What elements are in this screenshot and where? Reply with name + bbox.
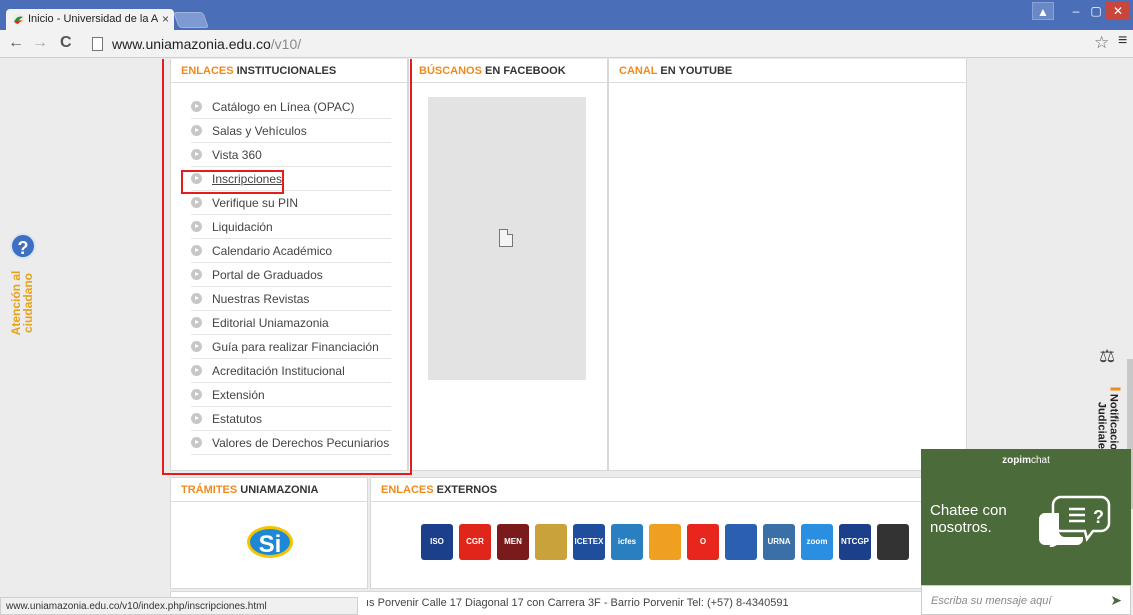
help-icon[interactable]: ? — [10, 233, 36, 259]
send-icon[interactable]: ➤ — [1110, 592, 1122, 609]
site-favicon-icon — [12, 13, 25, 26]
broken-plugin-icon — [499, 229, 513, 247]
external-logo[interactable]: ICETEX — [573, 524, 605, 560]
browser-menu-icon[interactable]: ≡ — [1118, 32, 1127, 50]
url-path: /v10/ — [270, 36, 302, 52]
user-profile-icon[interactable]: ▲ — [1032, 2, 1054, 20]
back-button[interactable]: ← — [8, 34, 24, 52]
si-logo[interactable]: Si — [247, 526, 293, 558]
external-logo[interactable]: CGR — [459, 524, 491, 560]
external-logo[interactable] — [649, 524, 681, 560]
page-icon — [92, 37, 103, 51]
external-links-heading: ENLACES EXTERNOS — [371, 478, 966, 502]
bookmark-star-icon[interactable]: ☆ — [1094, 33, 1109, 53]
external-logo[interactable]: URNA — [763, 524, 795, 560]
url-host: www.uniamazonia.edu.co — [112, 36, 271, 52]
facebook-panel: BÚSCANOS EN FACEBOOK — [408, 59, 608, 471]
external-logo[interactable]: MEN — [497, 524, 529, 560]
tab-close-icon[interactable]: × — [162, 12, 169, 26]
facebook-embed-placeholder — [428, 97, 586, 380]
zopim-brand: zopimchat — [1002, 455, 1050, 466]
facebook-heading: BÚSCANOS EN FACEBOOK — [409, 59, 607, 83]
address-bar[interactable]: www.uniamazonia.edu.co/v10/ — [88, 33, 1088, 55]
atencion-ciudadano-tab[interactable]: Atención al ciudadano — [9, 263, 35, 343]
chat-invitation: Chatee con nosotros. — [930, 502, 1007, 536]
external-logo[interactable]: O — [687, 524, 719, 560]
external-logo[interactable] — [535, 524, 567, 560]
external-logo[interactable] — [877, 524, 909, 560]
browser-titlebar: Inicio - Universidad de la A × ▲ – ▢ ✕ — [0, 0, 1133, 30]
highlight-inscripciones — [181, 170, 284, 194]
youtube-panel: CANAL EN YOUTUBE — [608, 59, 967, 471]
external-logo[interactable]: NTCGP — [839, 524, 871, 560]
external-links-panel: ENLACES EXTERNOS ISO CGR MEN ICETEX icfes O UR… — [370, 477, 967, 589]
external-logo[interactable]: ISO — [421, 524, 453, 560]
browser-toolbar: ← → C www.uniamazonia.edu.co/v10/ ☆ ≡ — [0, 30, 1133, 58]
external-logo[interactable]: zoom — [801, 524, 833, 560]
minimize-button[interactable]: – — [1066, 2, 1086, 20]
tramites-heading: TRÁMITES UNIAMAZONIA — [171, 478, 367, 502]
zopim-chat-widget[interactable]: zopimchat Chatee con nosotros. ? Escriba… — [921, 449, 1131, 615]
svg-text:?: ? — [1093, 507, 1104, 527]
close-window-button[interactable]: ✕ — [1106, 2, 1130, 20]
browser-tab[interactable]: Inicio - Universidad de la A × — [6, 9, 174, 30]
external-logo[interactable]: icfes — [611, 524, 643, 560]
chat-message-input[interactable]: Escriba su mensaje aquí ➤ — [921, 585, 1131, 615]
chat-bubble-icon: ? — [1039, 495, 1111, 547]
reload-button[interactable]: C — [60, 34, 72, 52]
tab-title: Inicio - Universidad de la A — [28, 13, 159, 25]
status-bar-url: www.uniamazonia.edu.co/v10/index.php/ins… — [0, 597, 358, 615]
maximize-button[interactable]: ▢ — [1086, 2, 1106, 20]
external-logo[interactable] — [725, 524, 757, 560]
new-tab-button[interactable] — [173, 12, 209, 28]
highlight-institutional-links — [162, 59, 412, 475]
scale-justice-icon[interactable]: ⚖ — [1099, 346, 1115, 367]
youtube-heading: CANAL EN YOUTUBE — [609, 59, 966, 83]
external-logos-row: ISO CGR MEN ICETEX icfes O URNA zoom NTCGP — [421, 518, 909, 566]
forward-button[interactable]: → — [32, 34, 48, 52]
footer-address: ıs Porvenir Calle 17 Diagonal 17 con Car… — [366, 597, 789, 609]
page-content: ENLACES INSTITUCIONALES Catálogo en Líne… — [0, 59, 1133, 615]
tramites-panel: TRÁMITES UNIAMAZONIA Si — [170, 477, 368, 589]
